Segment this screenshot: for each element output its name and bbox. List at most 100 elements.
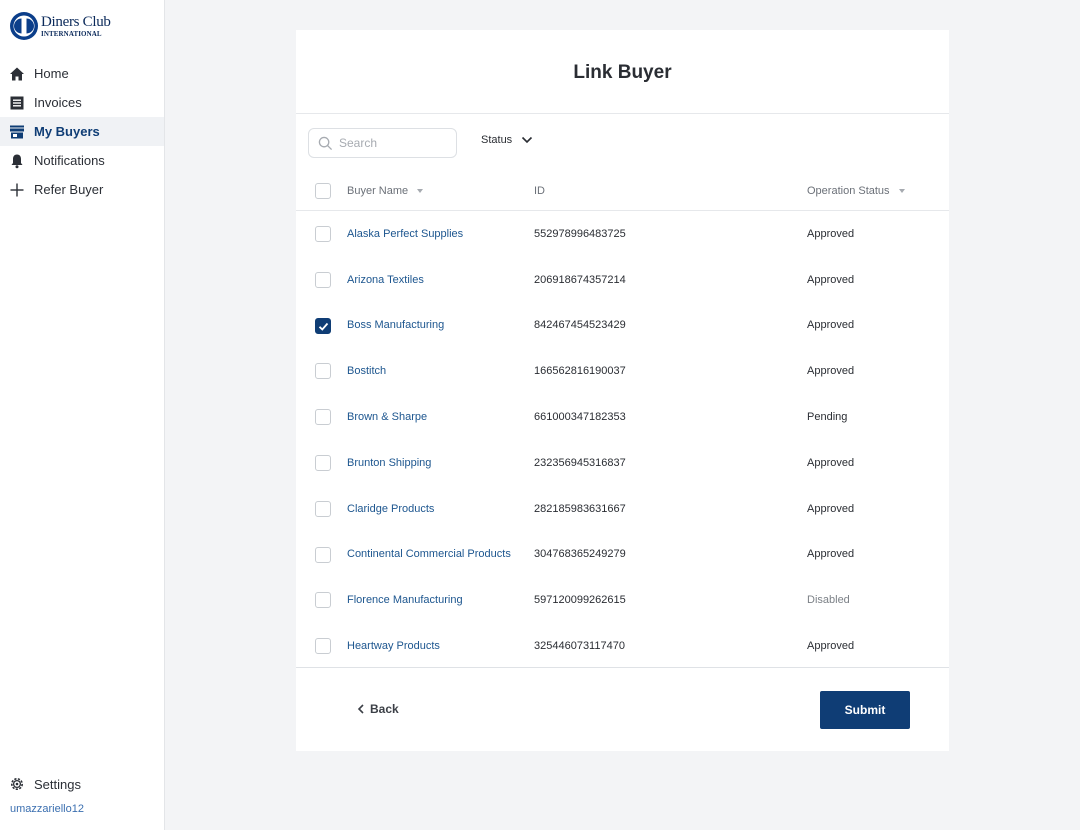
- table-row[interactable]: Arizona Textiles 206918674357214 Approved: [296, 257, 949, 303]
- sidebar-item-label: My Buyers: [34, 124, 100, 139]
- buyer-name-link[interactable]: Brunton Shipping: [347, 457, 431, 469]
- submit-button[interactable]: Submit: [820, 691, 910, 729]
- operation-status: Approved: [807, 365, 855, 378]
- table-row[interactable]: Claridge Products 282185983631667 Approved: [296, 486, 949, 532]
- status-filter-dropdown[interactable]: Status: [481, 134, 533, 146]
- store-icon: [9, 124, 25, 140]
- buyer-name-link[interactable]: Claridge Products: [347, 503, 434, 515]
- buyer-name-link[interactable]: Bostitch: [347, 365, 386, 377]
- search-box[interactable]: [308, 128, 457, 158]
- buyer-name-link[interactable]: Heartway Products: [347, 640, 440, 652]
- buyer-id: 661000347182353: [534, 411, 626, 424]
- row-checkbox[interactable]: [315, 592, 331, 609]
- sidebar-item-invoices[interactable]: Invoices: [0, 88, 164, 117]
- buyer-name-link[interactable]: Brown & Sharpe: [347, 411, 427, 423]
- bell-icon: [9, 153, 25, 169]
- buyer-id: 282185983631667: [534, 502, 626, 515]
- brand-line1: Diners Club: [41, 13, 111, 30]
- table-row[interactable]: Florence Manufacturing 597120099262615 Dis…: [296, 577, 949, 623]
- plus-icon: [9, 182, 25, 198]
- checkmark-icon: [318, 322, 329, 331]
- buyer-name-link[interactable]: Florence Manufacturing: [347, 594, 463, 606]
- table-row[interactable]: Brunton Shipping 232356945316837 Approved: [296, 440, 949, 486]
- back-label: Back: [370, 702, 399, 716]
- buyer-id: 552978996483725: [534, 227, 626, 240]
- sidebar-item-label: Invoices: [34, 95, 82, 110]
- search-icon: [318, 136, 333, 150]
- operation-status: Disabled: [807, 594, 850, 607]
- sidebar-nav: Home Invoices My Buyers Notifications Re…: [0, 59, 164, 204]
- buyer-id: 166562816190037: [534, 365, 626, 378]
- diners-club-logo-icon: [10, 12, 38, 40]
- operation-status: Approved: [807, 319, 855, 332]
- column-header-label: Operation Status: [807, 185, 890, 197]
- buyer-name-link[interactable]: Alaska Perfect Supplies: [347, 228, 463, 240]
- operation-status: Pending: [807, 411, 848, 424]
- row-checkbox[interactable]: [315, 409, 331, 426]
- column-header-label: Buyer Name: [347, 185, 409, 197]
- operation-status: Approved: [807, 227, 855, 240]
- table-row[interactable]: Boss Manufacturing 842467454523429 Approve…: [296, 303, 949, 349]
- buyer-id: 597120099262615: [534, 594, 626, 607]
- page-title: Link Buyer: [296, 30, 949, 114]
- row-checkbox[interactable]: [315, 271, 331, 288]
- sidebar-item-my-buyers[interactable]: My Buyers: [0, 117, 164, 146]
- table-row[interactable]: Heartway Products 325446073117470 Approved: [296, 623, 949, 669]
- row-checkbox[interactable]: [315, 454, 331, 471]
- operation-status: Approved: [807, 273, 855, 286]
- operation-status: Approved: [807, 640, 855, 653]
- sidebar-item-label: Notifications: [34, 153, 105, 168]
- operation-status: Approved: [807, 456, 855, 469]
- diners-club-logo[interactable]: Diners Club INTERNATIONAL: [9, 11, 111, 41]
- brand-line2: INTERNATIONAL: [41, 29, 102, 38]
- sort-down-icon: [417, 189, 424, 193]
- brand-wordmark: Diners Club INTERNATIONAL: [41, 13, 111, 38]
- table-header: Buyer Name ID Operation Status: [296, 171, 949, 211]
- operation-status: Approved: [807, 548, 855, 561]
- sidebar: Diners Club INTERNATIONAL Home Invoices …: [0, 0, 165, 830]
- sidebar-item-notifications[interactable]: Notifications: [0, 146, 164, 175]
- chevron-down-icon: [522, 136, 533, 144]
- sidebar-item-settings[interactable]: Settings: [9, 776, 81, 792]
- column-header-id: ID: [534, 171, 545, 211]
- status-filter-label: Status: [481, 134, 513, 146]
- row-checkbox[interactable]: [315, 638, 331, 655]
- buyer-name-link[interactable]: Boss Manufacturing: [347, 319, 444, 331]
- table-row[interactable]: Bostitch 166562816190037 Approved: [296, 348, 949, 394]
- row-checkbox[interactable]: [315, 226, 331, 242]
- search-input[interactable]: [339, 136, 449, 150]
- table-row[interactable]: Continental Commercial Products 304768365…: [296, 532, 949, 578]
- column-header-operation-status[interactable]: Operation Status: [807, 171, 905, 211]
- row-checkbox[interactable]: [315, 546, 331, 563]
- username[interactable]: umazzariello12: [10, 803, 84, 815]
- back-button[interactable]: Back: [357, 702, 399, 716]
- row-checkbox[interactable]: [315, 500, 331, 517]
- row-checkbox[interactable]: [315, 317, 331, 334]
- chevron-left-icon: [357, 704, 364, 714]
- table-body: Alaska Perfect Supplies 552978996483725 Ap…: [296, 211, 949, 669]
- divider: [296, 667, 949, 668]
- buyer-name-link[interactable]: Arizona Textiles: [347, 274, 424, 286]
- sort-down-icon: [898, 189, 905, 193]
- sidebar-item-home[interactable]: Home: [0, 59, 164, 88]
- select-all-checkbox[interactable]: [315, 183, 331, 199]
- settings-label: Settings: [34, 776, 81, 792]
- home-icon: [9, 66, 25, 82]
- document-icon: [9, 95, 25, 111]
- operation-status: Approved: [807, 502, 855, 515]
- table-row[interactable]: Alaska Perfect Supplies 552978996483725 Ap…: [296, 211, 949, 257]
- buyer-id: 842467454523429: [534, 319, 626, 332]
- link-buyer-card: Link Buyer Status Buyer Name ID Operatio…: [296, 30, 949, 751]
- buyer-name-link[interactable]: Continental Commercial Products: [347, 548, 511, 560]
- buyer-id: 232356945316837: [534, 456, 626, 469]
- sidebar-item-label: Refer Buyer: [34, 182, 104, 197]
- buyer-id: 304768365249279: [534, 548, 626, 561]
- sidebar-item-refer-buyer[interactable]: Refer Buyer: [0, 175, 164, 204]
- column-header-label: ID: [534, 185, 545, 197]
- row-checkbox[interactable]: [315, 363, 331, 380]
- column-header-buyer-name[interactable]: Buyer Name: [347, 171, 424, 211]
- table-row[interactable]: Brown & Sharpe 661000347182353 Pending: [296, 394, 949, 440]
- buyer-id: 325446073117470: [534, 640, 625, 653]
- sidebar-item-label: Home: [34, 66, 69, 81]
- gear-icon: [9, 776, 25, 792]
